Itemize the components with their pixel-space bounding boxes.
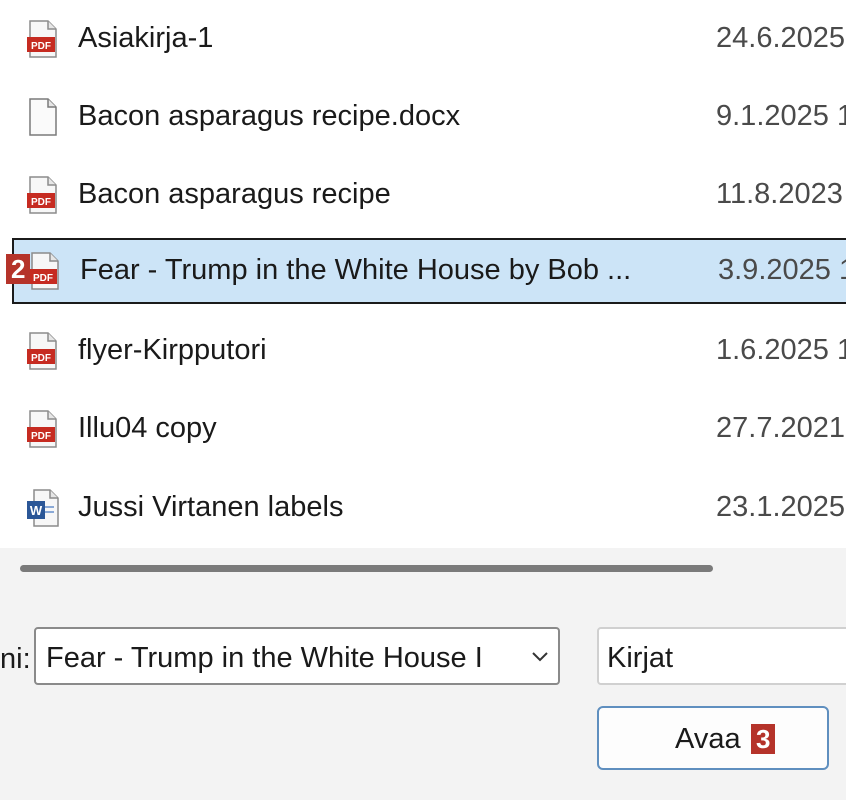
file-name: Jussi Virtanen labels	[78, 491, 344, 523]
pdf-file-icon: PDF	[26, 410, 60, 448]
svg-text:W: W	[30, 503, 43, 518]
pdf-file-icon: PDF	[28, 252, 62, 290]
pdf-file-icon: PDF	[26, 332, 60, 370]
file-date: 23.1.2025	[716, 491, 846, 523]
svg-text:PDF: PDF	[31, 197, 51, 208]
step-badge: 2	[6, 254, 31, 284]
file-name: Illu04 copy	[78, 412, 217, 444]
open-button-label: Avaa	[675, 723, 741, 755]
filename-combobox[interactable]: Fear - Trump in the White House I	[34, 627, 560, 685]
svg-text:PDF: PDF	[31, 431, 51, 442]
svg-text:PDF: PDF	[31, 353, 51, 364]
file-row-bacon-docx[interactable]: Bacon asparagus recipe.docx 9.1.2025 1	[12, 84, 846, 148]
word-file-icon: W	[26, 489, 60, 527]
svg-text:PDF: PDF	[31, 41, 51, 52]
filetype-value: Kirjat	[607, 642, 674, 674]
file-row-flyer[interactable]: PDF flyer-Kirpputori 1.6.2025 1	[12, 318, 846, 382]
file-name: Bacon asparagus recipe.docx	[78, 100, 461, 132]
horizontal-scrollbar-thumb[interactable]	[20, 565, 713, 572]
file-date: 27.7.2021	[716, 412, 846, 444]
file-row-bacon-pdf[interactable]: PDF Bacon asparagus recipe 11.8.2023	[12, 162, 846, 226]
step-badge: 3	[751, 724, 776, 754]
filename-input[interactable]: Fear - Trump in the White House I	[46, 640, 516, 676]
filetype-select[interactable]: Kirjat	[597, 627, 846, 685]
file-row-fear-selected[interactable]: PDF 2 Fear - Trump in the White House by…	[6, 238, 846, 304]
file-date: 11.8.2023	[716, 178, 843, 210]
pdf-file-icon: PDF	[26, 20, 60, 58]
file-row-jussi[interactable]: W Jussi Virtanen labels 23.1.2025	[12, 475, 846, 539]
open-button[interactable]: Avaa 3	[597, 706, 829, 770]
file-name: Asiakirja-1	[78, 22, 214, 54]
file-date: 1.6.2025 1	[716, 334, 846, 366]
pdf-file-icon: PDF	[26, 176, 60, 214]
file-name: Bacon asparagus recipe	[78, 178, 391, 210]
file-date: 3.9.2025 1	[718, 254, 846, 286]
filename-label: ni:	[0, 643, 31, 675]
chevron-down-icon[interactable]	[524, 639, 556, 673]
file-name: Fear - Trump in the White House by Bob .…	[80, 254, 632, 286]
file-date: 24.6.2025	[716, 22, 846, 54]
svg-text:PDF: PDF	[33, 273, 53, 284]
file-list: PDF Asiakirja-1 24.6.2025 Bacon asparagu…	[0, 0, 846, 548]
file-name: flyer-Kirpputori	[78, 334, 267, 366]
blank-file-icon	[26, 98, 60, 136]
file-row-illu04[interactable]: PDF Illu04 copy 27.7.2021	[12, 396, 846, 460]
file-date: 9.1.2025 1	[716, 100, 846, 132]
file-row-asiakirja-1[interactable]: PDF Asiakirja-1 24.6.2025	[12, 6, 846, 70]
